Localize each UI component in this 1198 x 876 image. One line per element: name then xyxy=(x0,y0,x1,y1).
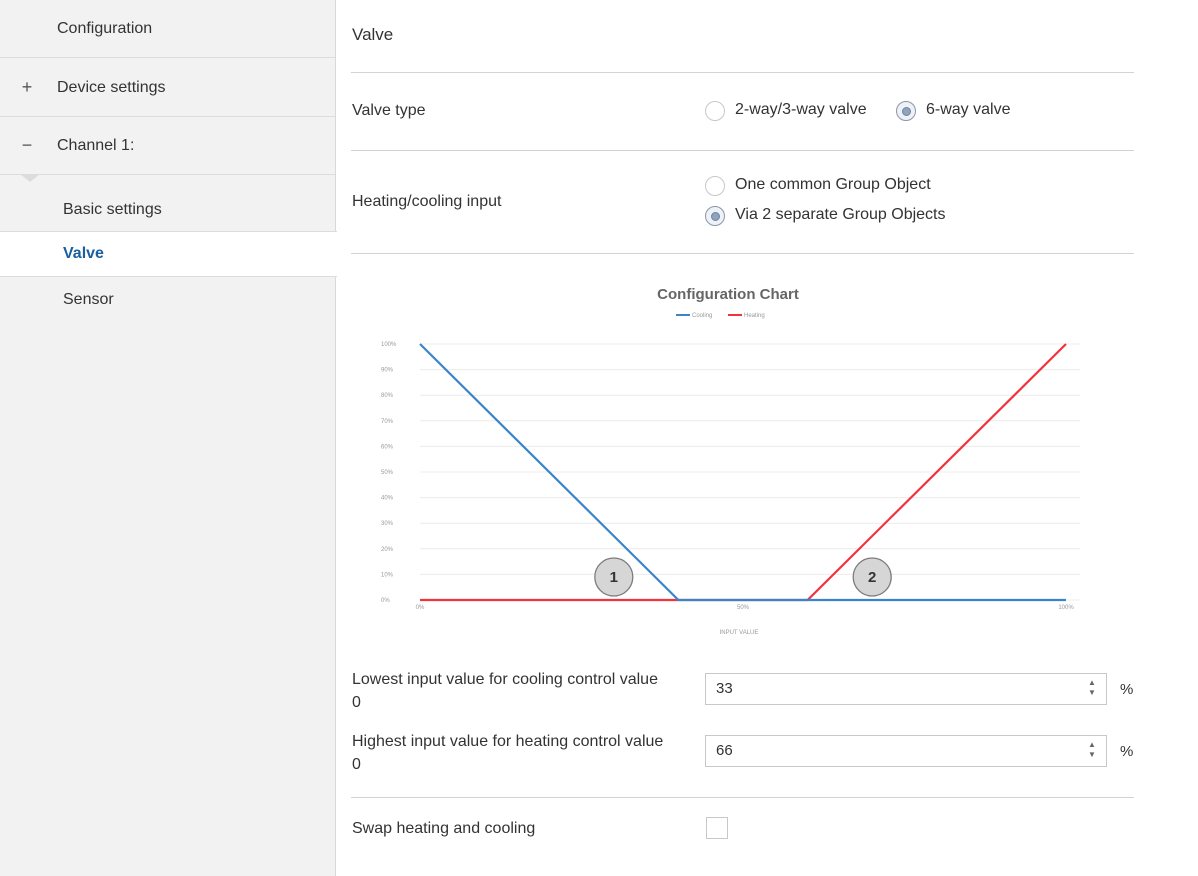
spinner-icon[interactable]: ▲ ▼ xyxy=(1086,678,1098,700)
highest-input-value: 66 xyxy=(716,742,733,759)
sidebar-item-label: Basic settings xyxy=(63,200,162,218)
x-tick-label: 50% xyxy=(737,605,750,611)
configuration-chart: Configuration Chart Cooling Heating 0% 10%… xyxy=(351,272,1134,644)
sidebar-item-label: Channel 1: xyxy=(57,136,135,154)
sidebar-item-device-settings[interactable]: + Device settings xyxy=(0,59,335,117)
highest-input-label: Highest input value for heating control … xyxy=(352,733,664,750)
page-title: Valve xyxy=(352,25,394,44)
y-tick-label: 20% xyxy=(381,547,394,553)
chart-markers: 12 xyxy=(594,557,892,597)
y-tick-label: 90% xyxy=(381,368,394,374)
y-tick-label: 80% xyxy=(381,393,394,399)
x-tick-label: 100% xyxy=(1058,605,1074,611)
valve-type-label: Valve type xyxy=(352,102,426,119)
x-tick-label: 0% xyxy=(416,605,425,611)
chart-grid xyxy=(420,343,1080,601)
radio-2-way-3-way-valve[interactable] xyxy=(705,101,725,121)
legend-label: Cooling xyxy=(692,313,712,319)
main-panel: Valve Valve type 2-way/3-way valve 6-way… xyxy=(337,0,1198,876)
lowest-input-field[interactable]: 33 xyxy=(705,673,1107,705)
radio-via-2-separate-group-objects[interactable] xyxy=(705,206,725,226)
radio-label-2-way-3-way-valve[interactable]: 2-way/3-way valve xyxy=(735,101,867,119)
radio-label-via-2-separate-group-objects[interactable]: Via 2 separate Group Objects xyxy=(735,206,946,224)
radio-one-common-group-object[interactable] xyxy=(705,176,725,196)
highest-input-unit: % xyxy=(1120,743,1134,760)
sidebar-item-configuration[interactable]: Configuration xyxy=(0,0,335,58)
sidebar-item-label: Sensor xyxy=(63,291,114,308)
heating-cooling-input-label: Heating/cooling input xyxy=(352,193,502,210)
collapse-icon[interactable]: − xyxy=(20,135,34,156)
chart-svg: Configuration Chart Cooling Heating 0%10%… xyxy=(381,286,1080,636)
expand-icon[interactable]: + xyxy=(20,77,34,98)
sidebar-item-label: Device settings xyxy=(57,78,166,96)
highest-input-label-line2: 0 xyxy=(352,756,361,773)
sidebar-item-label: Configuration xyxy=(57,19,153,37)
sidebar-item-valve[interactable]: Valve xyxy=(0,231,337,277)
spinner-icon[interactable]: ▲ ▼ xyxy=(1086,740,1098,762)
divider xyxy=(351,797,1134,798)
swap-heating-cooling-label: Swap heating and cooling xyxy=(352,820,536,837)
tree-notch-icon xyxy=(20,174,40,182)
sidebar-item-label: Valve xyxy=(63,245,104,262)
highest-input-field[interactable]: 66 xyxy=(705,735,1107,767)
divider xyxy=(351,253,1134,254)
lowest-input-unit: % xyxy=(1120,681,1134,698)
lowest-input-label: Lowest input value for cooling control v… xyxy=(352,671,658,688)
divider xyxy=(351,72,1134,73)
y-tick-label: 60% xyxy=(381,444,394,450)
sidebar-item-channel-1[interactable]: − Channel 1: xyxy=(0,117,335,175)
swap-heating-cooling-checkbox[interactable] xyxy=(706,817,728,839)
y-tick-label: 50% xyxy=(381,470,394,476)
chart-legend: Cooling Heating xyxy=(676,313,765,319)
lowest-input-label-line2: 0 xyxy=(352,694,361,711)
y-tick-label: 30% xyxy=(381,521,394,527)
chart-title: Configuration Chart xyxy=(657,286,799,303)
sidebar-item-basic-settings[interactable]: Basic settings xyxy=(0,187,335,233)
radio-6-way-valve[interactable] xyxy=(896,101,916,121)
chart-y-axis: 0% 10% 20% 30% 40% 50% 60% 70% 80% 90% 100% xyxy=(381,342,397,604)
radio-label-one-common-group-object[interactable]: One common Group Object xyxy=(735,176,931,194)
chart-x-axis-label: INPUT VALUE xyxy=(720,630,759,636)
y-tick-label: 70% xyxy=(381,419,394,425)
sidebar-item-sensor[interactable]: Sensor xyxy=(0,277,335,323)
divider xyxy=(351,150,1134,151)
lowest-input-value: 33 xyxy=(716,680,733,697)
marker-label: 2 xyxy=(868,569,876,586)
y-tick-label: 10% xyxy=(381,572,394,578)
marker-label: 1 xyxy=(610,569,618,586)
chart-x-axis: 0% 50% 100% xyxy=(416,605,1075,611)
y-tick-label: 40% xyxy=(381,496,394,502)
radio-label-6-way-valve[interactable]: 6-way valve xyxy=(926,101,1010,119)
legend-label: Heating xyxy=(744,313,765,319)
y-tick-label: 0% xyxy=(381,598,390,604)
sidebar: Configuration + Device settings − Channe… xyxy=(0,0,337,876)
y-tick-label: 100% xyxy=(381,342,397,348)
